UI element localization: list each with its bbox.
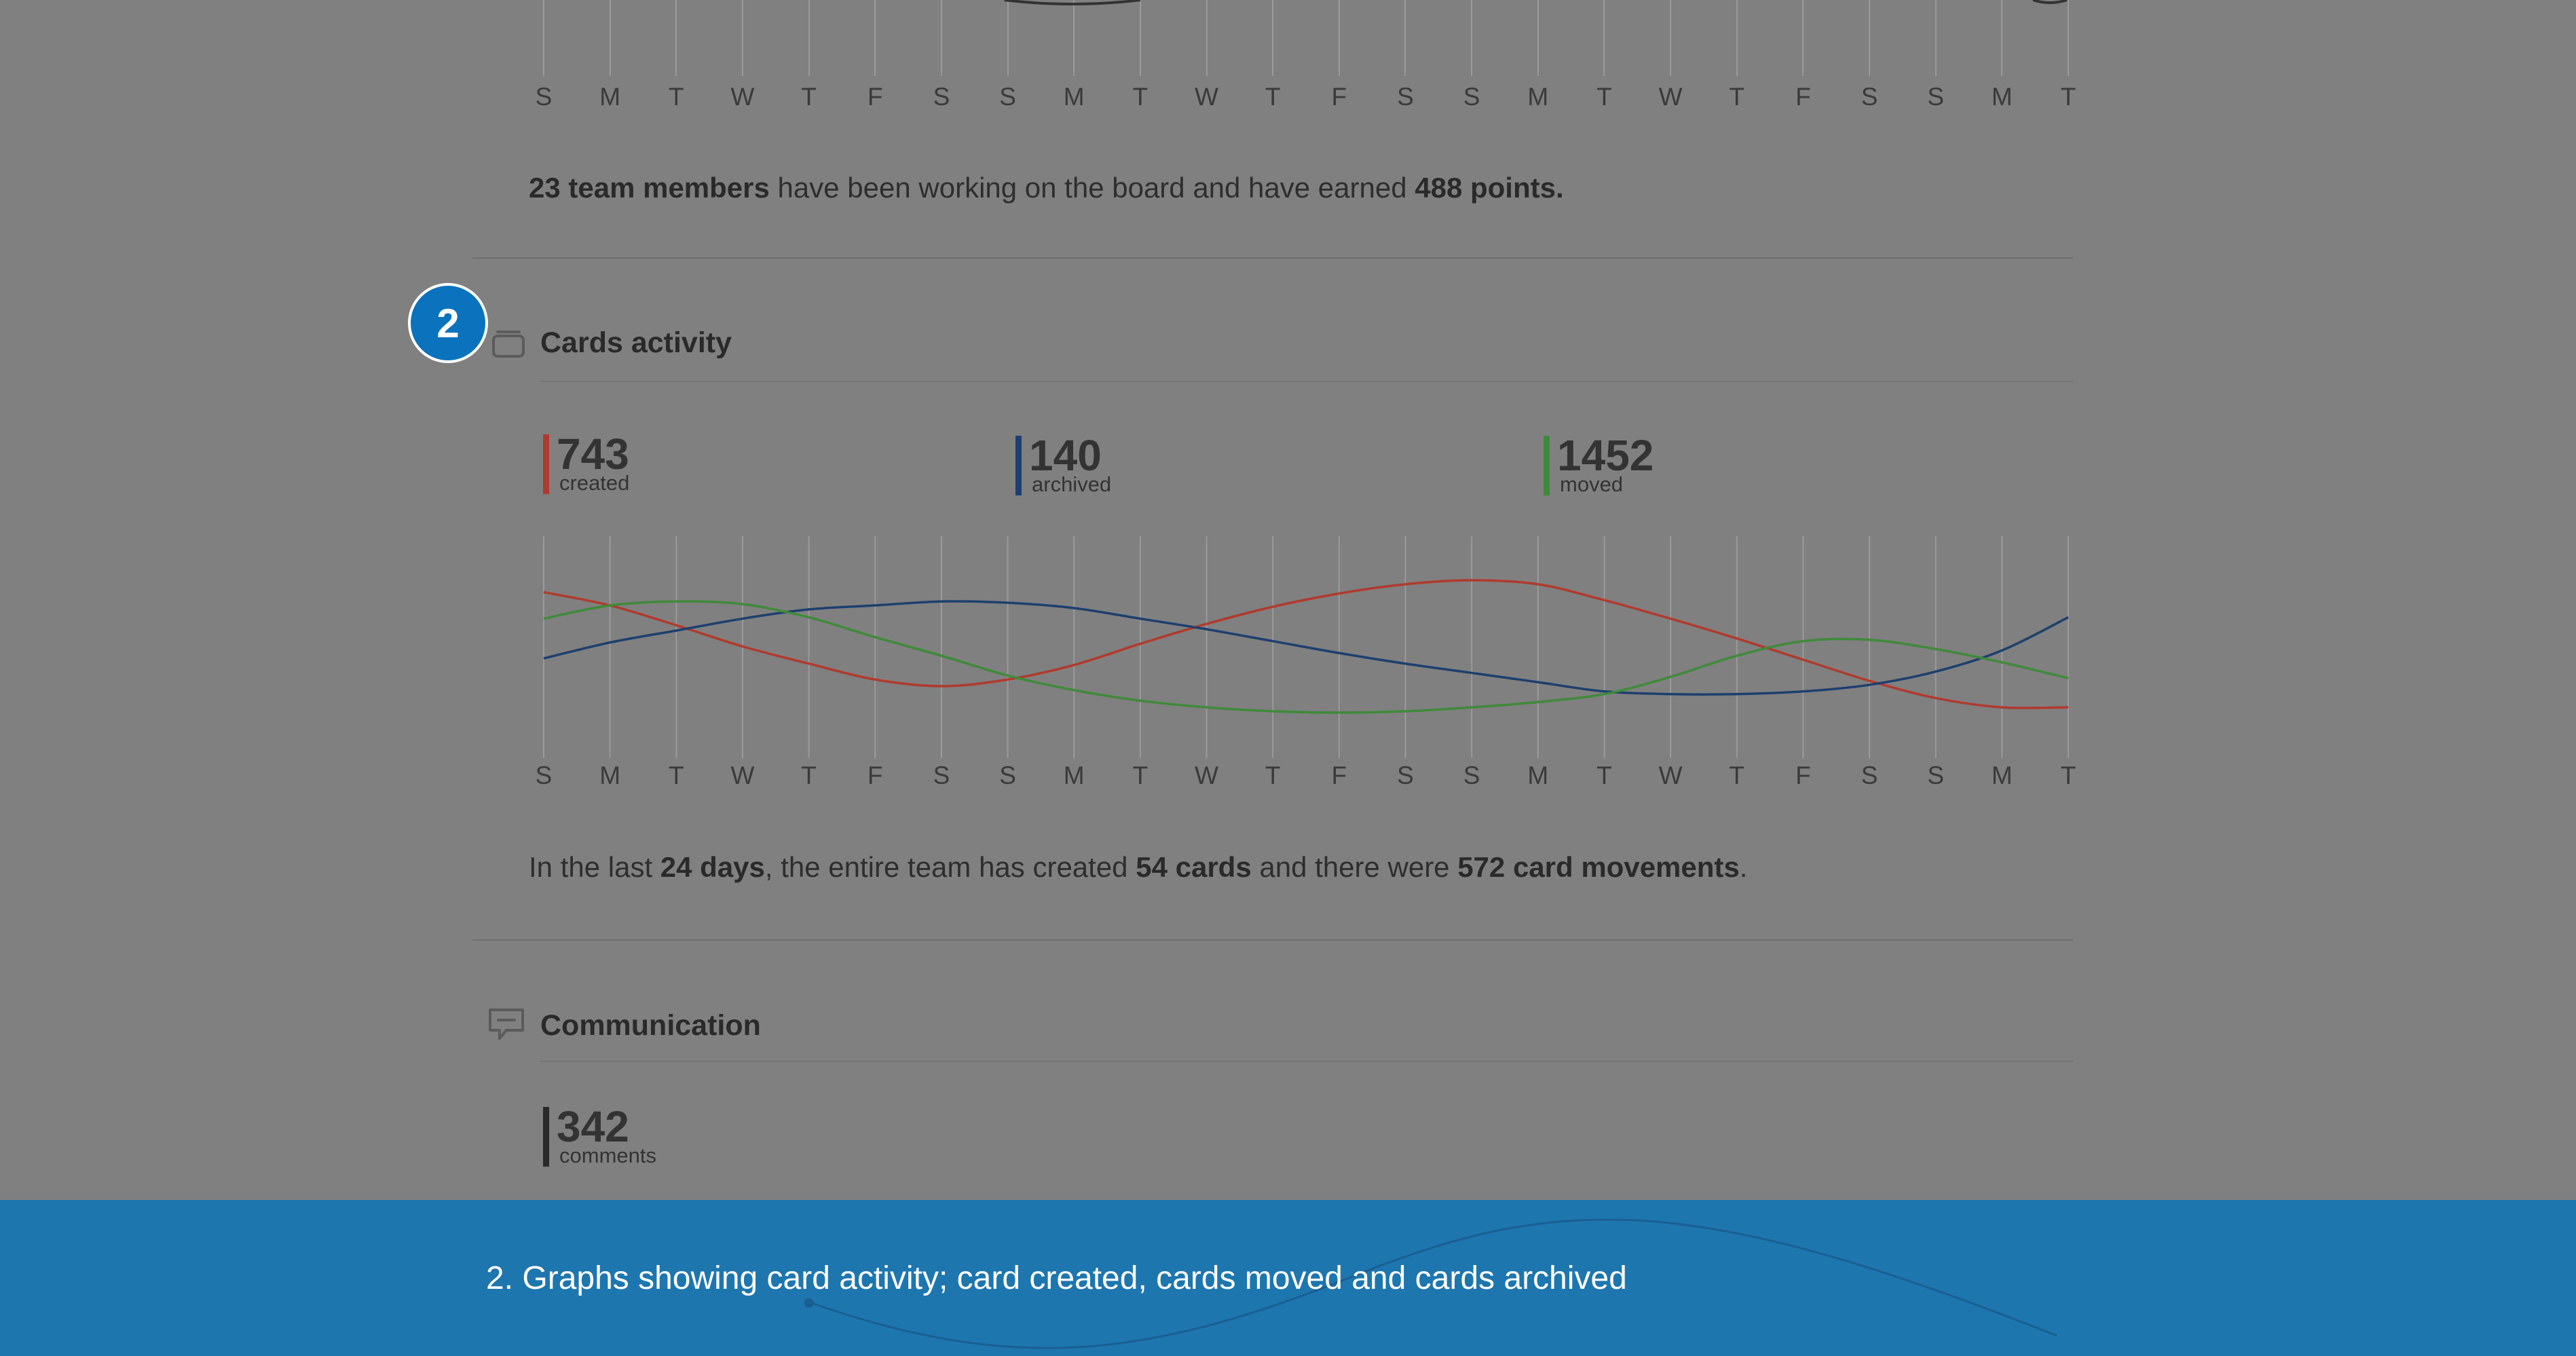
cards-summary-movements: 572 card movements (1457, 851, 1740, 883)
day-label: T (801, 761, 817, 789)
day-label: S (1397, 761, 1414, 789)
stat-comments-label: comments (559, 1144, 656, 1167)
cards-summary-days: 24 days (660, 851, 765, 883)
cards-summary-p2: , the entire team has created (764, 851, 1136, 883)
day-label: F (867, 761, 883, 789)
day-label: M (1063, 761, 1085, 789)
day-label: T (1597, 761, 1612, 789)
cards-chart-day-axis: SMTWTFSSMTWTFSSMTWTFSSMT (0, 761, 2576, 789)
cards-summary-p1: In the last (529, 851, 660, 883)
day-label: T (1265, 761, 1281, 789)
day-label: T (1132, 761, 1149, 789)
day-label: S (1861, 761, 1878, 789)
cards-activity-chart (543, 536, 2069, 758)
day-label: M (1527, 761, 1549, 789)
series-line-moved (543, 600, 2069, 714)
stat-comments-bar (543, 1107, 549, 1167)
section-title-underline (540, 1061, 2073, 1062)
day-label: W (1658, 761, 1683, 789)
day-label: M (1991, 761, 2013, 789)
cards-summary-p4: . (1739, 851, 1748, 883)
day-label: S (1463, 761, 1480, 789)
day-label: S (999, 761, 1016, 789)
communication-title: Communication (540, 1009, 761, 1042)
comment-icon (489, 1009, 524, 1040)
day-label: S (1927, 761, 1945, 789)
stat-comments: 342 comments (543, 1103, 747, 1175)
caption-bar: 2. Graphs showing card activity; card cr… (0, 1200, 2576, 1356)
day-label: F (1795, 761, 1811, 789)
day-label: W (730, 761, 755, 789)
cards-summary: In the last 24 days, the entire team has… (529, 851, 1747, 884)
day-label: T (2060, 761, 2076, 789)
section-divider (472, 939, 2073, 941)
day-label: S (933, 761, 950, 789)
cards-summary-p3: and there were (1251, 851, 1458, 883)
day-label: W (1195, 761, 1218, 789)
day-label: T (668, 761, 684, 789)
day-label: S (535, 761, 553, 789)
cards-summary-cards: 54 cards (1136, 851, 1252, 883)
caption-text: 2. Graphs showing card activity; card cr… (486, 1260, 1627, 1296)
series-line-archived (543, 600, 2069, 696)
day-label: M (599, 761, 621, 789)
day-label: T (1729, 761, 1745, 789)
day-label: F (1331, 761, 1347, 789)
